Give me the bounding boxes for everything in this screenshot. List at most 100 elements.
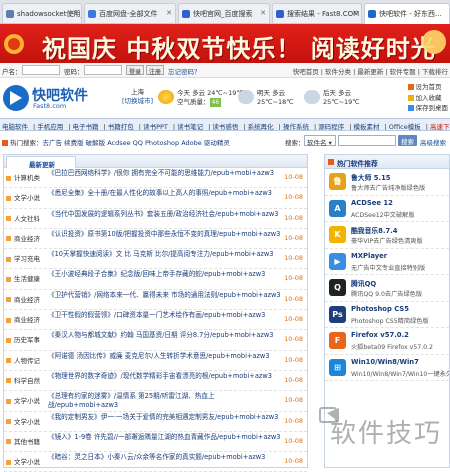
software-item[interactable]: AACDSee 12ACDSee12中文破解版	[325, 196, 449, 223]
row-title-link[interactable]: 《10天掌握快速阅读》文 比 马克斯 比尔/提高阅专注力/epub+mobi+a…	[48, 250, 284, 259]
close-icon[interactable]: ✕	[166, 9, 172, 17]
search-scope-select[interactable]: 软件名 ▾	[304, 135, 336, 146]
software-name[interactable]: ACDSee 12	[351, 199, 393, 207]
advanced-search-link[interactable]: 高级搜索	[420, 137, 446, 147]
row-title-link[interactable]: 《悉尼全集》全十册/在最人性化的故事以上高人的事照/epub+mobi+azw3	[48, 189, 284, 198]
row-category[interactable]: 其他书籍	[6, 436, 44, 446]
software-item[interactable]: 鲁鲁大师 5.15鲁大师去广告纯净版绿色版	[325, 169, 449, 196]
software-item[interactable]: Q腾讯QQ腾讯QQ 9.0去广告绿色版	[325, 275, 449, 302]
row-category[interactable]: 学习充电	[6, 253, 44, 263]
row-category[interactable]: 人物传记	[6, 355, 44, 365]
row-category[interactable]: 文学小说	[6, 395, 44, 405]
nav-item[interactable]: Office模板	[389, 123, 421, 131]
close-icon[interactable]: ✕	[72, 9, 78, 17]
browser-tab[interactable]: 百度网盘-全部文件✕	[84, 3, 176, 23]
nav-item[interactable]: 源码程序	[318, 123, 344, 131]
nav-item[interactable]: 手机应用	[37, 123, 63, 131]
row-title-link[interactable]: 《总理有约家的迷雾》/温情系 第25期/听雷江湖、热血上战/epub+mobi+…	[48, 392, 284, 410]
row-category[interactable]: 生活健康	[6, 273, 44, 283]
nav-item[interactable]: 操作系统	[283, 123, 309, 131]
forgot-password-link[interactable]: 忘记密码？	[168, 66, 201, 76]
row-date: 10-08	[284, 173, 303, 181]
table-row: 文学小说《总理有约家的迷雾》/温情系 第25期/听雷江湖、热血上战/epub+m…	[4, 391, 307, 411]
row-title-link[interactable]: 《认识投资》原书第10版/把握投资中那些永恒不变的真理/epub+mobi+az…	[48, 230, 284, 239]
city-block[interactable]: 上海 [切换城市]	[122, 88, 153, 106]
software-name[interactable]: Win10/Win8/Win7	[351, 358, 419, 366]
row-category[interactable]: 商业经济	[6, 314, 44, 324]
row-title-link[interactable]: 《暗谷：灵之日本》小秦八云/众余等名作家的真实题/epub+mobi+azw3	[48, 453, 284, 462]
close-icon[interactable]: ✕	[352, 9, 358, 17]
software-item[interactable]: FFirefox v57.0.2火狐beta09 Firefox v57.0.2	[325, 328, 449, 355]
browser-tab-active[interactable]: 快吧软件 - 好东西...	[364, 3, 450, 24]
row-title-link[interactable]: 《物理世界的数字奇迹》/现代数学精彩手宙看漂亮的根/epub+mobi+azw3	[48, 372, 284, 381]
site-logo-sub: Fast8.com	[33, 102, 66, 110]
save-desktop-link[interactable]: 保存到桌面	[408, 103, 449, 114]
software-name[interactable]: 腾讯QQ	[351, 278, 376, 288]
software-item[interactable]: ⊞Win10/Win8/Win7Win10/Win8/Win7/Win10一键永…	[325, 355, 449, 382]
register-button[interactable]: 注册	[146, 65, 164, 75]
hot-search-terms[interactable]: 去广告 续费版 破解版 Acdsee QQ Photoshop Adobe 驱动…	[43, 139, 230, 147]
software-name[interactable]: MXPlayer	[351, 252, 387, 260]
software-item[interactable]: PsPhotoshop CS5Photoshop CS5精简绿色版	[325, 302, 449, 329]
software-app-icon: A	[329, 200, 346, 217]
switch-city-link[interactable]: [切换城市]	[122, 97, 153, 106]
nav-item[interactable]: 书籍打包	[108, 123, 134, 131]
software-item[interactable]: K酷我音乐8.7.4豪华VIP去广告绿色清爽版	[325, 222, 449, 249]
tab-favicon-icon	[182, 10, 190, 18]
software-name[interactable]: Photoshop CS5	[351, 305, 409, 313]
top-links[interactable]: 快吧首页 | 软件分类 | 最新更新 | 软件专题 | 下载排行	[293, 66, 448, 76]
row-category[interactable]: 商业经济	[6, 233, 44, 243]
close-icon[interactable]: ✕	[260, 9, 266, 17]
table-row: 人文社科《当代中国发展的逻辑系列丛书》套装五册/政治经济社会/epub+mobi…	[4, 209, 307, 229]
row-category[interactable]: 商业经济	[6, 294, 44, 304]
tab-latest-updates[interactable]: 最新更新	[6, 156, 76, 168]
search-input[interactable]	[338, 135, 396, 146]
latest-list: 计算机类《巴拉巴西网络科学》/很你 拥有完全不可能的思维能力/epub+mobi…	[4, 168, 307, 472]
nav-item[interactable]: 系统再化	[248, 123, 274, 131]
bullet-icon	[6, 257, 11, 262]
nav-item[interactable]: 读书笔记	[177, 123, 203, 131]
search-button[interactable]: 搜索	[398, 135, 417, 146]
software-name[interactable]: 鲁大师 5.15	[351, 172, 391, 182]
browser-tab[interactable]: 快吧官网_百度搜索✕	[178, 3, 270, 23]
holiday-banner[interactable]: 祝国庆 中秋双节快乐！ 阅读好时光	[0, 24, 450, 63]
row-category[interactable]: 人文社科	[6, 213, 44, 223]
software-item[interactable]: ▶MXPlayer无广告中文专业直接特别版	[325, 249, 449, 276]
row-category[interactable]: 文学小说	[6, 456, 44, 466]
row-category[interactable]: 文学小说	[6, 192, 44, 202]
site-logo-icon[interactable]	[3, 85, 29, 111]
software-name[interactable]: Firefox v57.0.2	[351, 331, 409, 339]
nav-item-hot[interactable]: 高速下载	[430, 123, 450, 131]
row-category[interactable]: 科学自然	[6, 375, 44, 385]
set-homepage-link[interactable]: 设为首页	[408, 82, 449, 93]
row-title-link[interactable]: 《卫护代营销》/网络本来一代、赢得未来 市场的通用法则/epub+mobi+az…	[48, 291, 284, 300]
row-title-link[interactable]: 《王小波经典段子合集》纪念版/回味上帝手存藏的蛇/epub+mobi+azw3	[48, 270, 284, 279]
row-title-link[interactable]: 《秦汉人物与都城文献》约翰 马国基资/日期 评分8.7分/epub+mobi+a…	[48, 331, 284, 340]
browser-tab[interactable]: 搜索结果 - Fast8.COM✕	[272, 3, 362, 23]
nav-item[interactable]: 读书PPT	[143, 123, 168, 131]
row-title-link[interactable]: 《我的定制男友》伊一·一场关于爱情的完美相遇定制男友/epub+mobi+azw…	[48, 413, 284, 422]
software-name[interactable]: 酷我音乐8.7.4	[351, 225, 398, 235]
nav-item[interactable]: 电脑软件	[2, 123, 28, 131]
username-input[interactable]	[22, 65, 60, 75]
row-category[interactable]: 文学小说	[6, 416, 44, 426]
browser-tab[interactable]: shadowsocket使用_...✕	[2, 3, 82, 23]
row-category[interactable]: 计算机类	[6, 172, 44, 182]
nav-item[interactable]: 模板素材	[353, 123, 379, 131]
row-title-link[interactable]: 《镜入》1-9卷 许先碧//一部邂逅隅量江湖的热血青藏作品/epub+mobi+…	[48, 433, 284, 442]
row-title-link[interactable]: 《阿诺德 汤因比传》威廉 麦克尼尔/人生转折学术意思/epub+mobi+azw…	[48, 352, 284, 361]
row-title-link[interactable]: 《卫干性假的假营领》/口碑资本量一门艺术绘作有画/epub+mobi+azw3	[48, 311, 284, 320]
password-input[interactable]	[84, 65, 122, 75]
row-title-link[interactable]: 《巴拉巴西网络科学》/很你 拥有完全不可能的思维能力/epub+mobi+azw…	[48, 169, 284, 178]
nav-item[interactable]: 读书感悟	[212, 123, 238, 131]
add-favorite-link[interactable]: 加入收藏	[408, 93, 449, 104]
login-button[interactable]: 登录	[126, 65, 144, 75]
hot-search: 热门搜索：去广告 续费版 破解版 Acdsee QQ Photoshop Ado…	[2, 137, 230, 147]
main-nav: 电脑软件| 手机应用| 电子书籍| 书籍打包| 读书PPT| 读书笔记| 读书感…	[0, 118, 450, 131]
table-row: 历史军事《秦汉人物与都城文献》约翰 马国基资/日期 评分8.7分/epub+mo…	[4, 330, 307, 350]
tab-favicon-icon	[276, 10, 284, 18]
row-category[interactable]: 历史军事	[6, 334, 44, 344]
nav-item[interactable]: 电子书籍	[73, 123, 99, 131]
row-title-link[interactable]: 《当代中国发展的逻辑系列丛书》套装五册/政治经济社会/epub+mobi+azw…	[48, 210, 284, 219]
side-links: 设为首页 加入收藏 保存到桌面	[408, 82, 449, 114]
